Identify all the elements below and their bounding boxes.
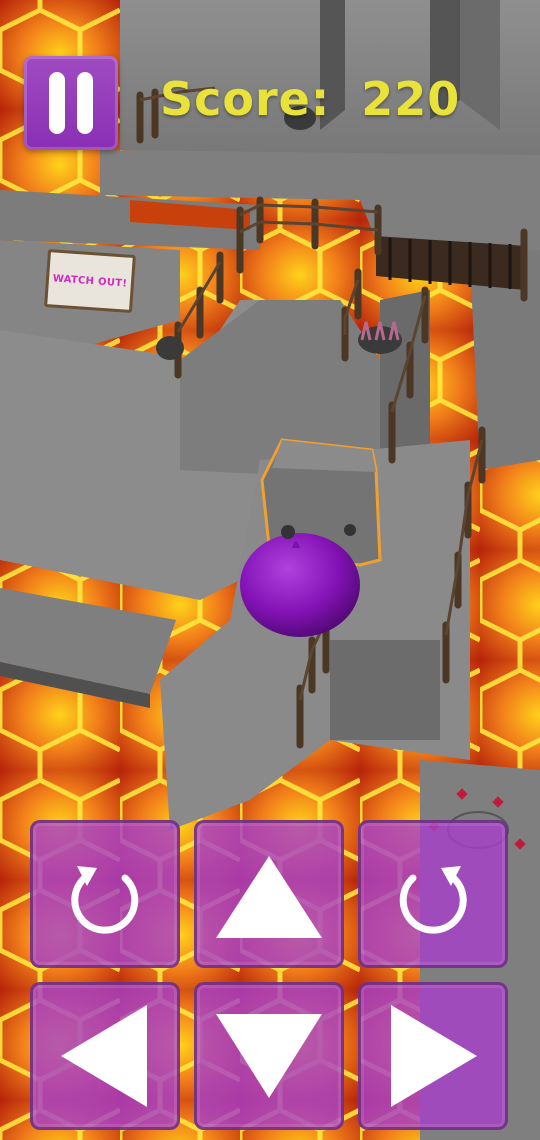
control-pad xyxy=(30,820,510,1130)
pause-icon-bar-left xyxy=(49,72,65,134)
move-down-button[interactable] xyxy=(194,982,344,1130)
arrow-right-icon xyxy=(391,1005,477,1107)
arrow-up-icon xyxy=(216,856,322,938)
warning-sign: WATCH OUT! xyxy=(44,249,136,313)
rotate-clockwise-icon xyxy=(71,866,139,934)
arrow-down-icon xyxy=(216,1014,322,1098)
move-up-button[interactable] xyxy=(194,820,344,968)
score-value: 220 xyxy=(361,72,461,126)
score-display: Score: 220 xyxy=(160,72,460,132)
move-right-button[interactable] xyxy=(358,982,508,1130)
rotate-counterclockwise-icon xyxy=(399,866,467,934)
arrow-left-icon xyxy=(61,1005,147,1107)
score-label: Score: xyxy=(160,72,331,126)
stone-step xyxy=(330,640,440,740)
rotate-clockwise-button[interactable] xyxy=(30,820,180,968)
warning-sign-text: WATCH OUT! xyxy=(52,272,128,290)
move-left-button[interactable] xyxy=(30,982,180,1130)
pause-icon-bar-right xyxy=(77,72,93,134)
pause-button[interactable] xyxy=(24,56,118,150)
rotate-counterclockwise-button[interactable] xyxy=(358,820,508,968)
